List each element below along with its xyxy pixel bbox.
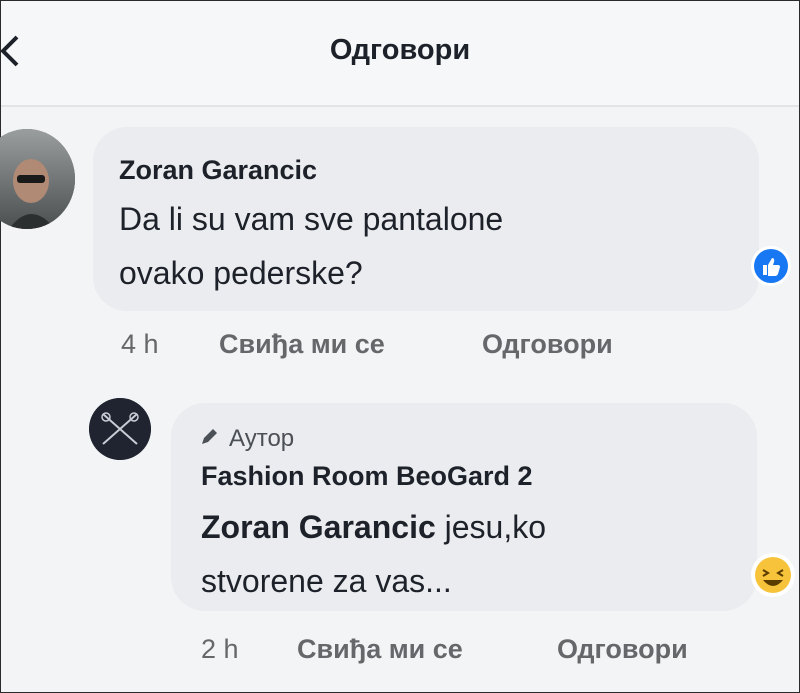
haha-reaction-icon[interactable] — [751, 553, 795, 597]
like-reaction-icon[interactable] — [751, 246, 791, 286]
pencil-icon — [202, 429, 217, 444]
page-avatar[interactable] — [89, 398, 151, 460]
reply-time: 2 h — [201, 634, 239, 664]
header-bar: Одговори — [0, 1, 799, 107]
reply-author[interactable]: Fashion Room BeoGard 2 — [201, 461, 533, 492]
avatar[interactable] — [0, 129, 75, 229]
comment-text-line: ovako pederske? — [119, 255, 363, 291]
reply-button[interactable]: Одговори — [482, 329, 613, 360]
author-badge: Аутор — [229, 425, 295, 452]
like-button[interactable]: Свиђа ми се — [219, 329, 385, 360]
comment-bubble: Zoran Garancic Da li su vam sve pantalon… — [93, 127, 759, 311]
reply-bubble: Аутор Fashion Room BeoGard 2 Zoran Garan… — [171, 403, 757, 611]
reply-text: jesu,ko — [435, 509, 547, 545]
like-button[interactable]: Свиђа ми се — [297, 634, 463, 665]
screenshot-frame: Одговори Zoran Garancic Da li su vam sve… — [0, 0, 800, 693]
page-title: Одговори — [329, 34, 471, 66]
comment-text-line: Da li su vam sve pantalone — [119, 201, 504, 237]
mention-link[interactable]: Zoran Garancic — [201, 509, 436, 545]
reply-text-line: stvorene za vas... — [201, 563, 452, 599]
comment-time: 4 h — [121, 329, 159, 359]
reply-text-line: Zoran Garancic jesu,ko — [201, 509, 546, 546]
comment-author[interactable]: Zoran Garancic — [119, 155, 317, 186]
reply-button[interactable]: Одговори — [557, 634, 688, 665]
